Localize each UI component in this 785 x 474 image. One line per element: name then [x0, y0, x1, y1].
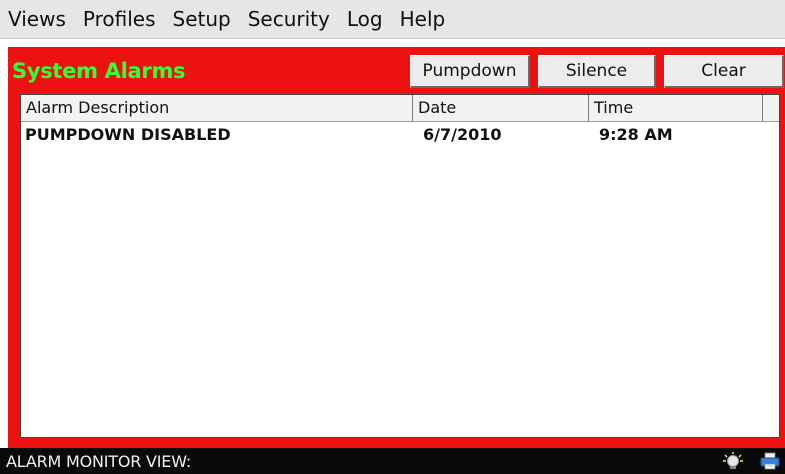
- column-header-date[interactable]: Date: [413, 95, 589, 121]
- menu-help[interactable]: Help: [400, 0, 446, 39]
- menu-bar: Views Profiles Setup Security Log Help: [0, 0, 785, 39]
- column-header-time[interactable]: Time: [589, 95, 763, 121]
- column-header-description[interactable]: Alarm Description: [21, 95, 413, 121]
- table-row[interactable]: PUMPDOWN DISABLED 6/7/2010 9:28 AM: [21, 123, 779, 147]
- silence-button[interactable]: Silence: [538, 55, 656, 88]
- alarm-time: 9:28 AM: [599, 125, 673, 144]
- bulb-icon[interactable]: [722, 451, 744, 471]
- alarm-date: 6/7/2010: [423, 125, 502, 144]
- menu-log[interactable]: Log: [347, 0, 383, 39]
- system-alarms-panel: System Alarms Pumpdown Silence Clear Ala…: [8, 47, 785, 448]
- menu-profiles[interactable]: Profiles: [83, 0, 156, 39]
- status-text: ALARM MONITOR VIEW:: [6, 451, 192, 471]
- column-header-spacer: [763, 95, 779, 121]
- status-bar: ALARM MONITOR VIEW:: [0, 448, 785, 474]
- table-header: Alarm Description Date Time: [21, 95, 779, 122]
- menu-views[interactable]: Views: [8, 0, 66, 39]
- printer-icon[interactable]: [759, 451, 781, 471]
- alarm-table: Alarm Description Date Time PUMPDOWN DIS…: [20, 94, 780, 438]
- pumpdown-button[interactable]: Pumpdown: [410, 55, 530, 88]
- clear-button[interactable]: Clear: [664, 55, 784, 88]
- panel-title: System Alarms: [12, 59, 186, 83]
- alarm-description: PUMPDOWN DISABLED: [25, 125, 231, 144]
- menu-security[interactable]: Security: [248, 0, 330, 39]
- menu-setup[interactable]: Setup: [173, 0, 231, 39]
